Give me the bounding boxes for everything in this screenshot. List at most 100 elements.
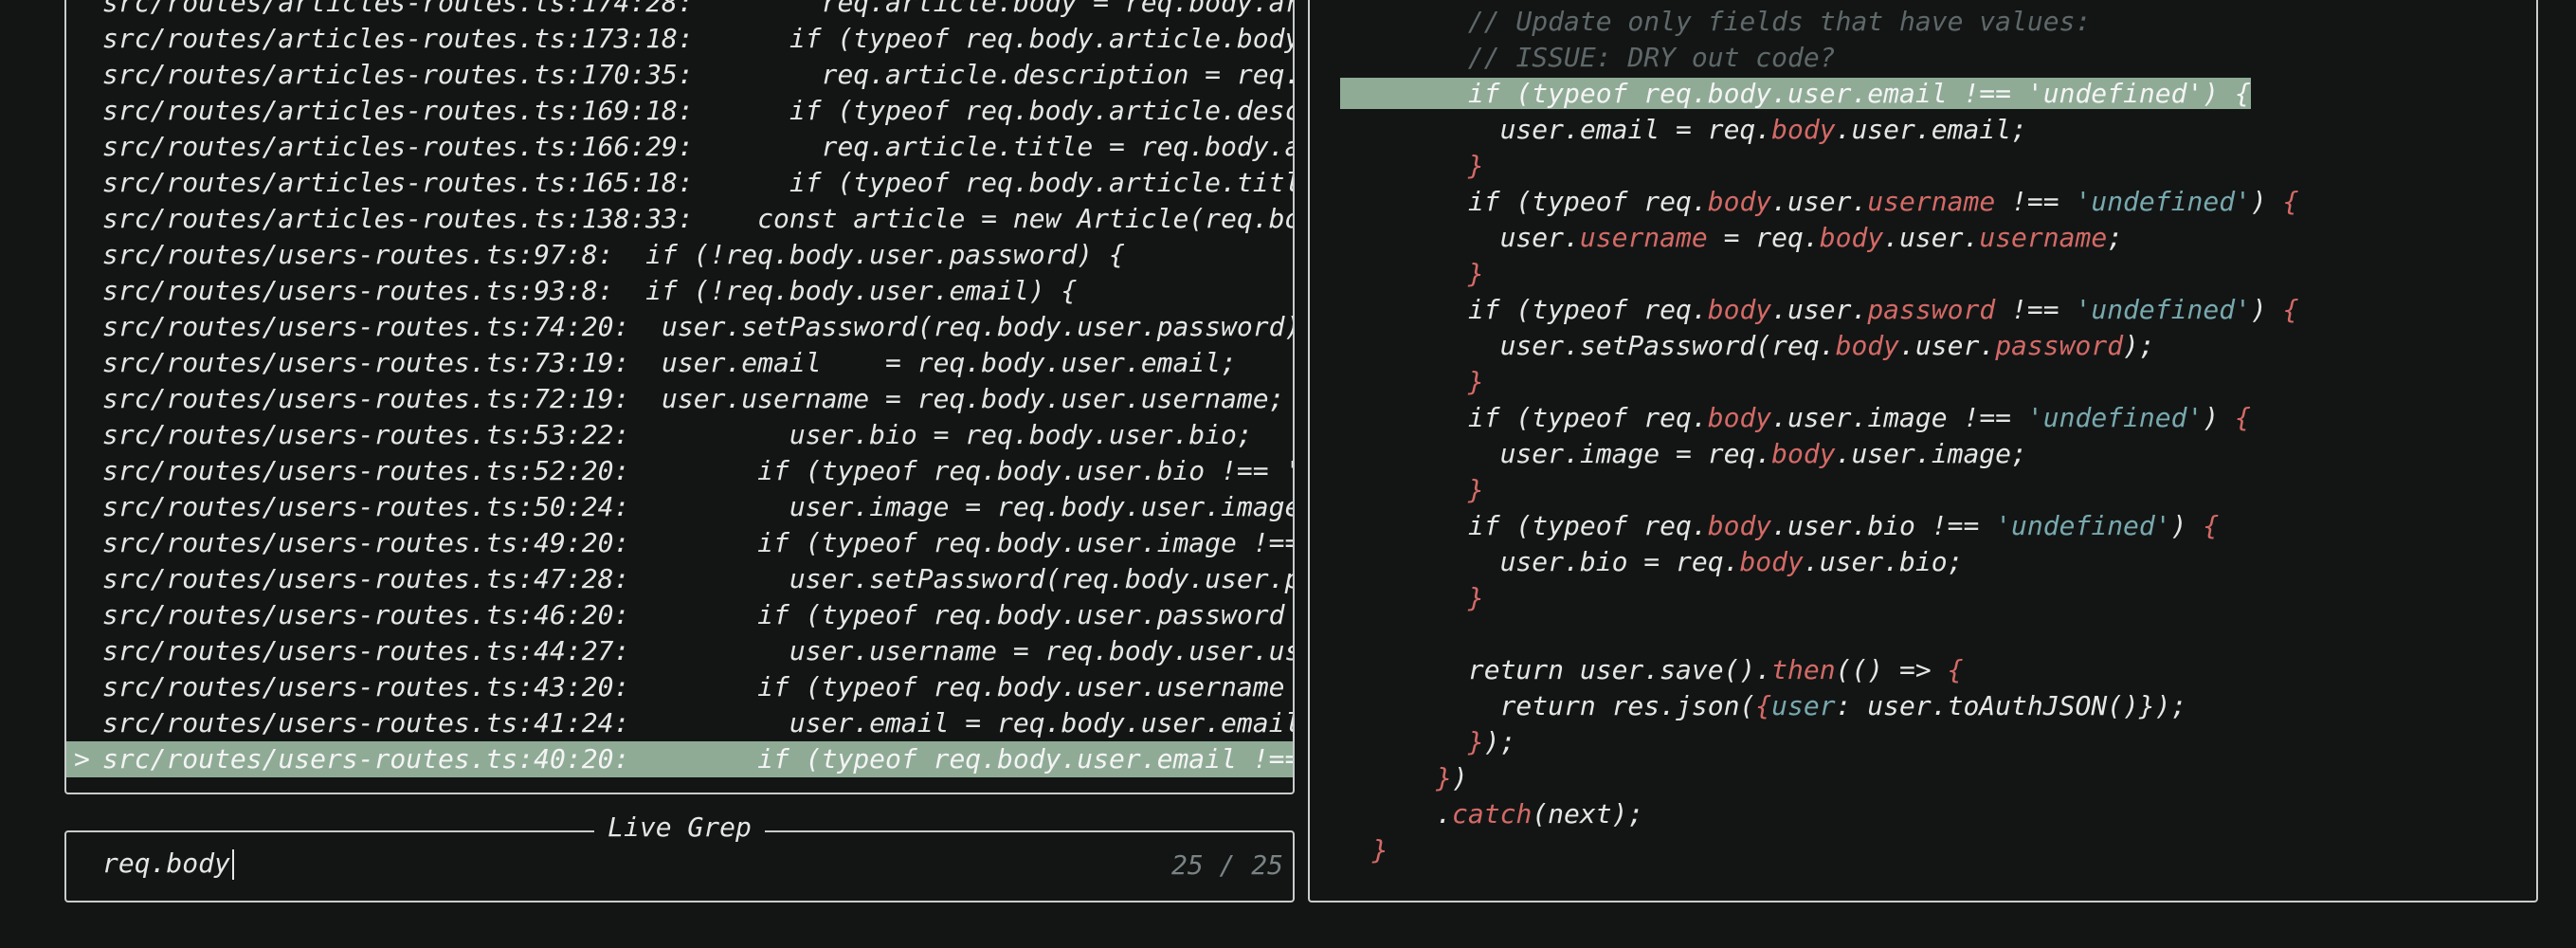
result-text: if (!req.body.user.password) { bbox=[613, 239, 1125, 270]
result-row[interactable]: src/routes/users-routes.ts:74:20: user.s… bbox=[66, 309, 1293, 345]
results-list[interactable]: src/routes/articles-routes.ts:174:28: re… bbox=[64, 0, 1295, 794]
code-line: user.email = req.body.user.email; bbox=[1340, 112, 2536, 148]
result-row[interactable]: src/routes/articles-routes.ts:165:18: if… bbox=[66, 165, 1293, 201]
preview-pane[interactable]: // Update only fields that have values: … bbox=[1308, 0, 2538, 902]
code-line: }) bbox=[1340, 760, 2536, 796]
code-line: .catch(next); bbox=[1340, 796, 2536, 832]
result-text: user.email = req.body.user.email; bbox=[629, 707, 1293, 738]
code-text: }); bbox=[1467, 726, 1516, 757]
result-location: src/routes/articles-routes.ts:173:18: bbox=[102, 23, 694, 54]
result-text: req.article.body = req.body.artic bbox=[693, 0, 1293, 18]
result-row[interactable]: src/routes/users-routes.ts:53:22: user.b… bbox=[66, 417, 1293, 453]
code-line: } bbox=[1340, 472, 2536, 508]
result-location: src/routes/users-routes.ts:50:24: bbox=[102, 491, 630, 522]
result-text: if (typeof req.body.article.title ! bbox=[693, 167, 1293, 198]
result-text: user.username = req.body.user.usern bbox=[629, 635, 1293, 666]
result-text: user.setPassword(req.body.user.pass bbox=[629, 563, 1293, 594]
result-text: user.bio = req.body.user.bio; bbox=[629, 419, 1253, 450]
code-line: } bbox=[1340, 832, 2536, 868]
result-text: if (typeof req.body.user.image !== 'u bbox=[629, 527, 1293, 558]
code-line: if (typeof req.body.user.bio !== 'undefi… bbox=[1340, 508, 2536, 544]
result-text: req.article.description = req.bod bbox=[693, 59, 1293, 90]
code-text: if (typeof req.body.user.username !== 'u… bbox=[1340, 186, 2299, 217]
result-text: user.username = req.body.user.username; bbox=[629, 383, 1285, 414]
result-row[interactable]: src/routes/users-routes.ts:46:20: if (ty… bbox=[66, 597, 1293, 633]
result-count: 25 / 25 bbox=[1170, 849, 1283, 881]
result-location: src/routes/users-routes.ts:44:27: bbox=[102, 635, 630, 666]
code-line: }); bbox=[1340, 724, 2536, 760]
code-text: user.image = req.body.user.image; bbox=[1340, 438, 2027, 469]
result-text: if (typeof req.body.user.bio !== 'und bbox=[629, 455, 1293, 486]
result-row[interactable]: src/routes/users-routes.ts:97:8: if (!re… bbox=[66, 237, 1293, 273]
result-row[interactable]: src/routes/articles-routes.ts:138:33: co… bbox=[66, 201, 1293, 237]
result-row[interactable]: src/routes/articles-routes.ts:173:18: if… bbox=[66, 21, 1293, 57]
code-text: return res.json({user: user.toAuthJSON()… bbox=[1340, 690, 2187, 721]
result-row[interactable]: src/routes/users-routes.ts:44:27: user.u… bbox=[66, 633, 1293, 669]
code-line: if (typeof req.body.user.image !== 'unde… bbox=[1340, 400, 2536, 436]
result-row[interactable]: src/routes/users-routes.ts:93:8: if (!re… bbox=[66, 273, 1293, 309]
result-row[interactable]: src/routes/users-routes.ts:50:24: user.i… bbox=[66, 489, 1293, 525]
code-text: if (typeof req.body.user.password !== 'u… bbox=[1340, 294, 2299, 325]
code-text: } bbox=[1467, 366, 1484, 397]
code-line: user.bio = req.body.user.bio; bbox=[1340, 544, 2536, 580]
result-row[interactable]: src/routes/articles-routes.ts:169:18: if… bbox=[66, 93, 1293, 129]
result-row[interactable]: src/routes/articles-routes.ts:170:35: re… bbox=[66, 57, 1293, 93]
result-location: src/routes/articles-routes.ts:170:35: bbox=[102, 59, 694, 90]
code-line: user.setPassword(req.body.user.password)… bbox=[1340, 328, 2536, 364]
result-text: req.article.title = req.body.arti bbox=[693, 131, 1293, 162]
result-text: user.setPassword(req.body.user.password)… bbox=[629, 311, 1293, 342]
result-row[interactable]: src/routes/users-routes.ts:73:19: user.e… bbox=[66, 345, 1293, 381]
code-line: user.image = req.body.user.image; bbox=[1340, 436, 2536, 472]
code-comment: // Update only fields that have values: bbox=[1340, 6, 2092, 37]
prompt-title: Live Grep bbox=[66, 811, 1293, 843]
code-text: user.bio = req.body.user.bio; bbox=[1340, 546, 1964, 577]
search-input[interactable]: req.body bbox=[102, 848, 234, 880]
text-cursor bbox=[231, 849, 234, 880]
result-location: src/routes/articles-routes.ts:165:18: bbox=[102, 167, 694, 198]
result-text: if (typeof req.body.article.body != bbox=[693, 23, 1293, 54]
code-text: user.setPassword(req.body.user.password)… bbox=[1340, 330, 2155, 361]
result-location: src/routes/users-routes.ts:52:20: bbox=[102, 455, 630, 486]
result-location: src/routes/users-routes.ts:43:20: bbox=[102, 671, 630, 702]
result-text: if (typeof req.body.user.email !== 'u bbox=[629, 743, 1293, 775]
code-text: user.username = req.body.user.username; bbox=[1340, 222, 2124, 253]
selection-marker: > bbox=[74, 743, 90, 775]
result-row[interactable]: src/routes/users-routes.ts:47:28: user.s… bbox=[66, 561, 1293, 597]
result-row[interactable]: src/routes/users-routes.ts:72:19: user.u… bbox=[66, 381, 1293, 417]
result-location: src/routes/users-routes.ts:46:20: bbox=[102, 599, 630, 630]
code-text: if (typeof req.body.user.bio !== 'undefi… bbox=[1340, 510, 2220, 541]
prompt-box[interactable]: Live Grep req.body 25 / 25 bbox=[64, 811, 1295, 902]
code-text: if (typeof req.body.user.image !== 'unde… bbox=[1340, 402, 2251, 433]
code-line: // ISSUE: DRY out code? bbox=[1340, 40, 2536, 76]
result-location: src/routes/users-routes.ts:93:8: bbox=[102, 275, 614, 306]
result-location: src/routes/users-routes.ts:47:28: bbox=[102, 563, 630, 594]
result-text: if (!req.body.user.email) { bbox=[613, 275, 1078, 306]
result-location: src/routes/users-routes.ts:40:20: bbox=[102, 743, 630, 775]
code-text: } bbox=[1467, 582, 1484, 613]
code-text: } bbox=[1467, 258, 1484, 289]
result-location: src/routes/users-routes.ts:41:24: bbox=[102, 707, 630, 738]
code-text: } bbox=[1467, 150, 1484, 181]
code-line: } bbox=[1340, 580, 2536, 616]
code-comment: // ISSUE: DRY out code? bbox=[1340, 42, 1836, 73]
result-location: src/routes/articles-routes.ts:138:33: bbox=[102, 203, 694, 234]
result-row[interactable]: src/routes/articles-routes.ts:166:29: re… bbox=[66, 129, 1293, 165]
result-text: if (typeof req.body.article.descrip bbox=[693, 95, 1293, 126]
code-line: // Update only fields that have values: bbox=[1340, 4, 2536, 40]
result-text: const article = new Article(req.body. bbox=[693, 203, 1293, 234]
code-line: } bbox=[1340, 364, 2536, 400]
result-row[interactable]: src/routes/users-routes.ts:49:20: if (ty… bbox=[66, 525, 1293, 561]
result-row[interactable]: src/routes/users-routes.ts:52:20: if (ty… bbox=[66, 453, 1293, 489]
code-line: return res.json({user: user.toAuthJSON()… bbox=[1340, 688, 2536, 724]
result-row[interactable]: src/routes/articles-routes.ts:174:28: re… bbox=[66, 0, 1293, 21]
result-location: src/routes/users-routes.ts:73:19: bbox=[102, 347, 630, 378]
result-row-selected[interactable]: > src/routes/users-routes.ts:40:20: if (t… bbox=[66, 741, 1293, 777]
code-text: }) bbox=[1436, 762, 1468, 793]
highlighted-line: if (typeof req.body.user.email !== 'unde… bbox=[1340, 78, 2251, 109]
code-text: return user.save().then(() => { bbox=[1340, 654, 1964, 685]
code-text: } bbox=[1371, 834, 1388, 866]
code-text: if (typeof req.body.user.email !== 'unde… bbox=[1340, 78, 2251, 109]
result-row[interactable]: src/routes/users-routes.ts:43:20: if (ty… bbox=[66, 669, 1293, 705]
result-row[interactable]: src/routes/users-routes.ts:41:24: user.e… bbox=[66, 705, 1293, 741]
